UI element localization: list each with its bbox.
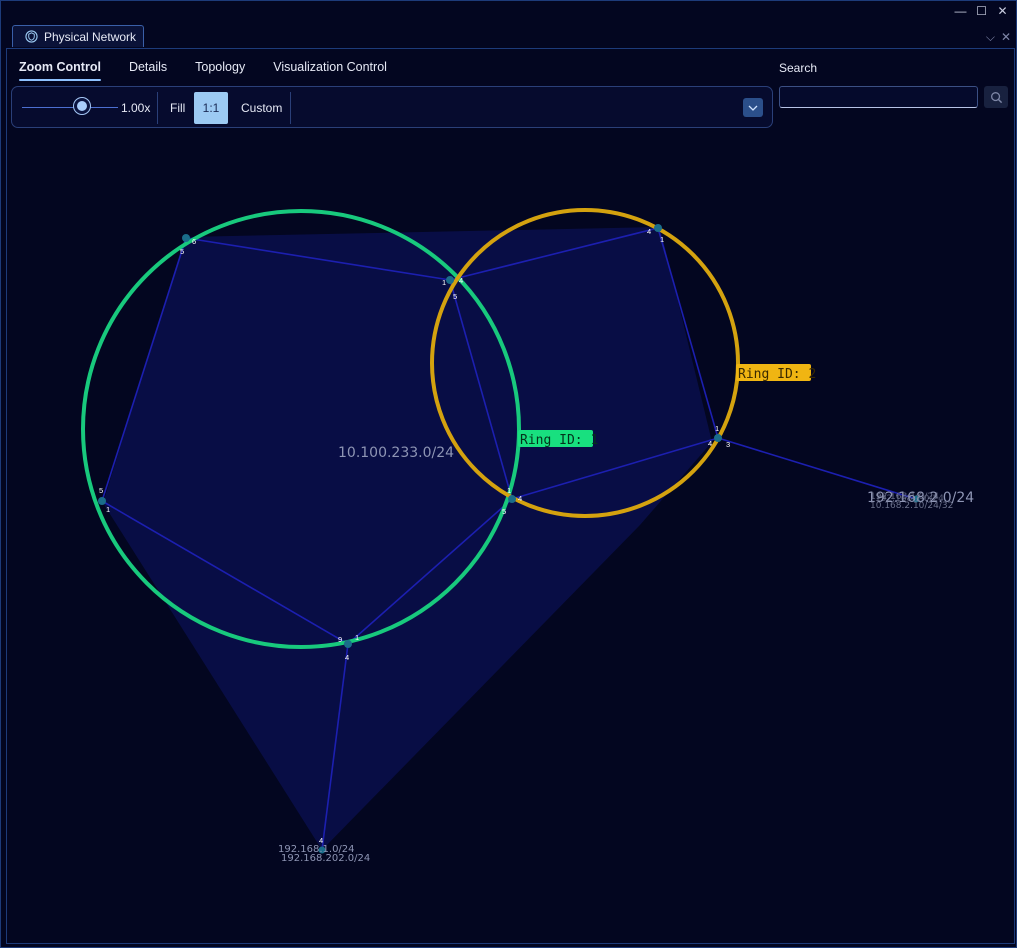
port-label: 4 [345,653,349,662]
switch-node[interactable] [446,276,454,284]
tab-topology[interactable]: Topology [195,60,245,78]
port-label: 3 [726,440,730,449]
chevron-down-icon [748,105,758,111]
minimize-button[interactable]: — [954,5,967,18]
port-label: 5 [180,247,184,256]
ring-1-label: Ring ID: 1 [520,433,598,448]
switch-node[interactable] [654,224,662,232]
tab-menu-chevron-icon[interactable]: ⌵ [986,30,995,45]
switch-node[interactable] [508,495,516,503]
network-shield-icon [25,30,38,43]
port-label: 4 [647,227,651,236]
switch-node[interactable] [98,497,106,505]
custom-button[interactable]: Custom [241,101,282,115]
toolbar-divider [157,92,158,124]
window-controls: — ☐ ✕ [954,5,1009,18]
port-label: 5 [99,486,103,495]
close-button[interactable]: ✕ [996,5,1009,18]
zoom-value: 1.00x [121,101,151,115]
subnet-main-label: 10.100.233.0/24 [338,445,454,461]
tab-title: Physical Network [44,29,137,44]
toolbar-divider [290,92,291,124]
toolbar-dropdown-button[interactable] [743,98,763,117]
port-label: 1 [442,278,446,287]
fill-button[interactable]: Fill [170,101,185,115]
port-label: 1 [355,633,359,642]
port-label: 1 [507,486,511,495]
port-label: 1 [660,235,664,244]
switch-node[interactable] [344,640,352,648]
tab-details[interactable]: Details [129,60,167,78]
tab-close-icon[interactable]: ✕ [1001,30,1011,45]
port-label: 5 [453,292,457,301]
port-label: 4 [708,439,712,448]
tab-strip-controls: ⌵ ✕ [986,30,1011,45]
maximize-button[interactable]: ☐ [975,5,988,18]
port-label: 4 [459,276,463,285]
port-label: 5 [502,507,506,516]
zoom-slider-track[interactable] [22,107,118,108]
port-label: 1 [106,505,110,514]
port-label: 4 [518,494,522,503]
port-label: 1 [715,424,719,433]
switch-node[interactable] [182,234,190,242]
tab-visualization-control[interactable]: Visualization Control [273,60,387,78]
search-icon [990,91,1002,103]
ring-2-label: Ring ID: 2 [738,367,816,382]
search-button[interactable] [984,86,1008,108]
zoom-toolbar: 1.00x Fill 1:1 Custom [11,86,773,128]
subnet-bottom-label-2: 192.168.202.0/24 [281,853,370,864]
port-label: 6 [192,237,196,246]
zoom-slider-thumb[interactable] [73,97,91,115]
search-input[interactable] [779,86,978,108]
subnet-overlap-label: 10.168.2.10/24/32 [870,501,953,511]
tab-zoom-control[interactable]: Zoom Control [19,60,101,81]
search-label: Search [779,61,818,75]
port-label: 9 [338,635,342,644]
one-to-one-button[interactable]: 1:1 [194,92,228,124]
switch-node[interactable] [714,434,722,442]
tab-physical-network[interactable]: Physical Network [12,25,144,47]
ribbon-tabs: Zoom Control Details Topology Visualizat… [19,60,415,81]
